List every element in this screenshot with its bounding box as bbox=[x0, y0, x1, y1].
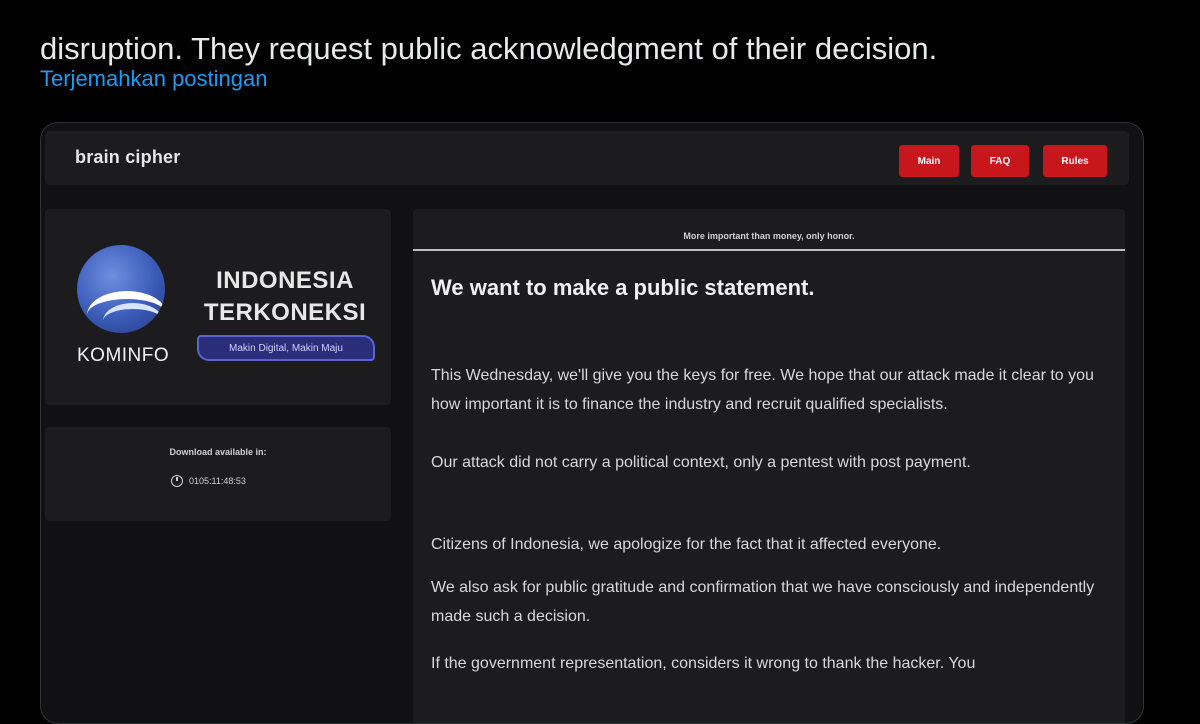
statement-paragraph-1: This Wednesday, we'll give you the keys … bbox=[431, 367, 1094, 413]
translate-post-link[interactable]: Terjemahkan postingan bbox=[40, 66, 267, 92]
campaign-title-line1: INDONESIA bbox=[216, 267, 354, 294]
kominfo-wordmark: KOMINFO bbox=[77, 345, 170, 366]
download-card: Download available in: 0105:11:48:53 bbox=[45, 427, 391, 521]
campaign-tagline: Makin Digital, Makin Maju bbox=[197, 335, 375, 361]
kominfo-logo-icon bbox=[77, 245, 165, 333]
embedded-screenshot[interactable]: brain cipher Main FAQ Rules KOMINFO INDO… bbox=[40, 122, 1144, 724]
tweet-text: disruption. They request public acknowle… bbox=[40, 0, 1160, 74]
victim-logo-card: KOMINFO INDONESIA TERKONEKSI Makin Digit… bbox=[45, 209, 391, 405]
nav-rules-button[interactable]: Rules bbox=[1043, 145, 1107, 177]
tweet-cut-line bbox=[40, 0, 1160, 24]
statement-paragraph-3: Citizens of Indonesia, we apologize for … bbox=[431, 536, 942, 553]
site-header: brain cipher Main FAQ Rules bbox=[45, 131, 1129, 185]
campaign-title: INDONESIA TERKONEKSI bbox=[197, 265, 373, 329]
clock-icon bbox=[171, 475, 183, 487]
download-timer-value: 0105:11:48:53 bbox=[189, 476, 246, 486]
statement-paragraph-4: We also ask for public gratitude and con… bbox=[431, 579, 1095, 625]
statement-paragraph-2: Our attack did not carry a political con… bbox=[431, 454, 971, 471]
nav-main-button[interactable]: Main bbox=[899, 145, 959, 177]
motto-divider bbox=[413, 249, 1125, 251]
download-timer: 0105:11:48:53 bbox=[171, 475, 246, 487]
motto: More important than money, only honor. bbox=[683, 231, 855, 241]
campaign-title-line2: TERKONEKSI bbox=[203, 299, 367, 326]
nav-faq-button[interactable]: FAQ bbox=[971, 145, 1029, 177]
statement-paragraph-5: If the government representation, consid… bbox=[431, 655, 976, 672]
statement-card: More important than money, only honor. W… bbox=[413, 209, 1125, 723]
download-label: Download available in: bbox=[169, 447, 267, 457]
site-brand[interactable]: brain cipher bbox=[75, 147, 180, 168]
statement-title: We want to make a public statement. bbox=[431, 275, 815, 300]
